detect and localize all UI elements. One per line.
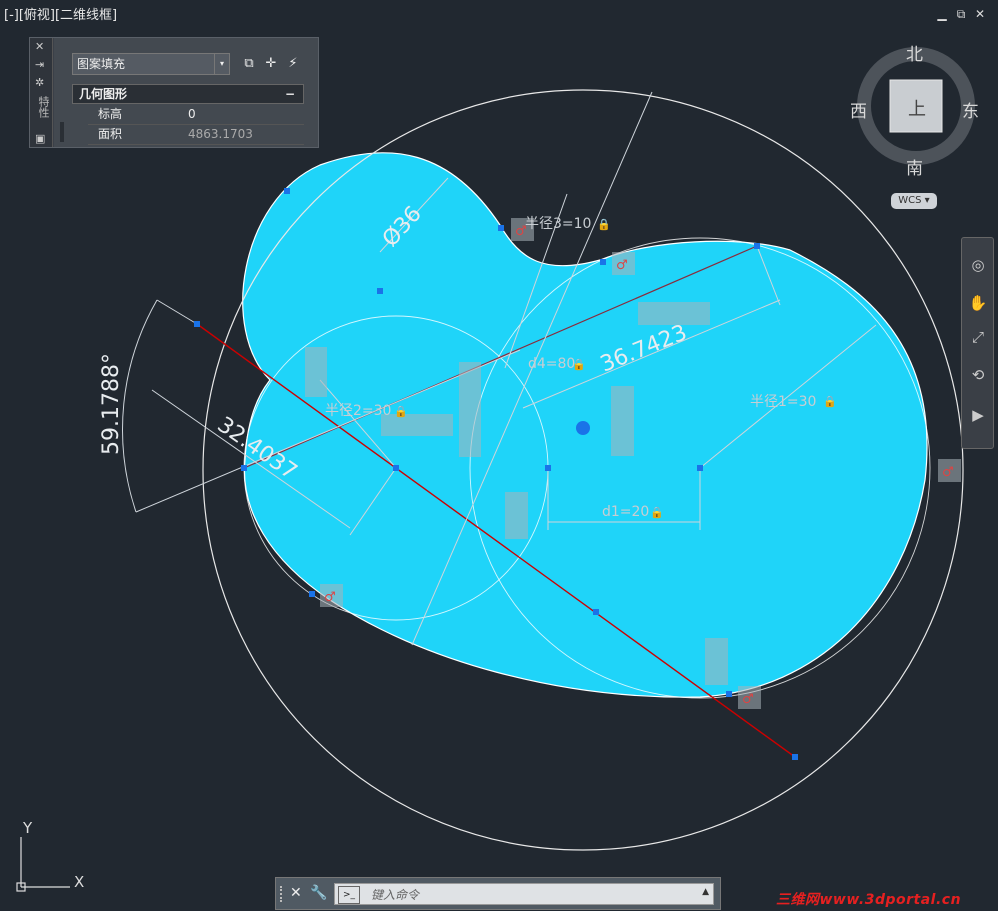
perpendicular-constraint-icon[interactable] bbox=[505, 492, 528, 539]
zoom-extents-icon[interactable]: ⤢ bbox=[967, 326, 989, 348]
parallel-constraint-icon[interactable] bbox=[638, 302, 710, 325]
grip[interactable] bbox=[593, 609, 599, 615]
svg-text:♂: ♂ bbox=[616, 258, 628, 273]
property-value: 4863.1703 bbox=[188, 127, 253, 141]
dim-radius-2[interactable]: 半径2=30 bbox=[325, 403, 391, 419]
grip[interactable] bbox=[284, 188, 290, 194]
dim-radius-3[interactable]: 半径3=10 bbox=[525, 216, 591, 232]
command-line[interactable]: ✕ 🔧 >_ 键入命令 ▲ bbox=[275, 877, 721, 910]
watermark: 三维网www.3dportal.cn bbox=[776, 892, 962, 908]
geometry-section-header[interactable]: 几何图形 − bbox=[72, 84, 304, 104]
navigation-bar[interactable]: ◎ ✋ ⤢ ⟲ ▶ bbox=[961, 237, 994, 449]
palette-title: 特性 bbox=[37, 96, 50, 118]
quick-select-icon[interactable]: ⚡ bbox=[284, 55, 302, 73]
property-value[interactable]: 0 bbox=[188, 104, 196, 124]
compass-south[interactable]: 南 bbox=[906, 154, 923, 179]
grip[interactable] bbox=[726, 691, 732, 697]
command-placeholder: 键入命令 bbox=[371, 888, 420, 902]
dim-d4[interactable]: d4=80 bbox=[528, 356, 575, 372]
dim-radius-1[interactable]: 半径1=30 bbox=[750, 394, 816, 410]
properties-palette[interactable]: ✕ ⇥ ✲ 特性 ▣ 图案填充 ▾ ⧉ ✛ ⚡ 几何图形 − 标高 0 面积 4… bbox=[29, 37, 319, 148]
center-grip[interactable] bbox=[576, 421, 590, 435]
property-row-elevation[interactable]: 标高 0 bbox=[88, 104, 304, 125]
wcs-label: WCS bbox=[898, 195, 922, 206]
section-title: 几何图形 bbox=[79, 87, 128, 101]
angle-arc bbox=[122, 299, 158, 513]
pan-icon[interactable]: ✋ bbox=[967, 292, 989, 314]
palette-settings-icon[interactable]: ✲ bbox=[35, 76, 44, 89]
ucs-icon bbox=[16, 837, 70, 892]
compass-east[interactable]: 东 bbox=[962, 97, 979, 122]
lock-icon: 🔒 bbox=[572, 358, 586, 371]
steering-wheel-icon[interactable]: ◎ bbox=[967, 254, 989, 276]
lock-icon: 🔒 bbox=[394, 405, 408, 418]
parallel-constraint-icon[interactable] bbox=[459, 362, 481, 457]
grip[interactable] bbox=[792, 754, 798, 760]
compass-north[interactable]: 北 bbox=[906, 40, 923, 65]
toggle-pickadd-icon[interactable]: ⧉ bbox=[240, 55, 258, 73]
command-line-grip[interactable] bbox=[280, 886, 286, 902]
palette-body: 图案填充 ▾ ⧉ ✛ ⚡ 几何图形 − 标高 0 面积 4863.1703 bbox=[54, 38, 318, 147]
property-key: 面积 bbox=[98, 127, 123, 141]
svg-text:♂: ♂ bbox=[742, 692, 754, 707]
command-history-icon[interactable]: ▲ bbox=[702, 887, 709, 897]
perpendicular-constraint-icon[interactable] bbox=[705, 638, 728, 685]
chevron-down-icon[interactable]: ▾ bbox=[214, 54, 229, 74]
grip[interactable] bbox=[241, 465, 247, 471]
wrench-icon[interactable]: 🔧 bbox=[310, 885, 327, 901]
wcs-menu-button[interactable]: WCS ▾ bbox=[891, 193, 937, 209]
dim-angle[interactable]: 59.1788° bbox=[99, 353, 124, 455]
grip[interactable] bbox=[393, 465, 399, 471]
dim-d1[interactable]: d1=20 bbox=[602, 504, 649, 520]
showmotion-icon[interactable]: ▶ bbox=[967, 404, 989, 426]
grip[interactable] bbox=[194, 321, 200, 327]
viewcube-face-top[interactable]: 上 bbox=[908, 95, 926, 121]
ucs-x-label: X bbox=[74, 873, 84, 891]
lock-icon: 🔒 bbox=[823, 395, 837, 408]
ucs-y-label: Y bbox=[22, 819, 33, 837]
palette-menu-icon[interactable]: ▣ bbox=[35, 132, 45, 145]
compass-west[interactable]: 西 bbox=[850, 97, 867, 122]
close-command-icon[interactable]: ✕ bbox=[290, 885, 302, 901]
grip[interactable] bbox=[377, 288, 383, 294]
object-type-value: 图案填充 bbox=[77, 57, 126, 71]
command-input[interactable]: >_ 键入命令 ▲ bbox=[334, 883, 714, 905]
palette-strip: ✕ ⇥ ✲ 特性 ▣ bbox=[30, 38, 53, 147]
parallel-constraint-icon[interactable] bbox=[611, 386, 634, 456]
grip[interactable] bbox=[309, 591, 315, 597]
svg-text:♂: ♂ bbox=[324, 590, 336, 605]
collapse-icon[interactable]: − bbox=[285, 85, 295, 103]
lock-icon: 🔒 bbox=[597, 218, 611, 231]
lock-icon: 🔒 bbox=[650, 506, 664, 519]
grip[interactable] bbox=[697, 465, 703, 471]
select-objects-icon[interactable]: ✛ bbox=[262, 55, 280, 73]
property-key: 标高 bbox=[98, 107, 123, 121]
grip[interactable] bbox=[498, 225, 504, 231]
grip[interactable] bbox=[545, 465, 551, 471]
grip[interactable] bbox=[754, 243, 760, 249]
perpendicular-constraint-icon[interactable] bbox=[305, 347, 327, 397]
parallel-constraint-icon[interactable] bbox=[381, 414, 453, 436]
command-prompt-icon[interactable]: >_ bbox=[338, 886, 360, 904]
orbit-icon[interactable]: ⟲ bbox=[967, 364, 989, 386]
property-row-area[interactable]: 面积 4863.1703 bbox=[88, 124, 304, 145]
close-palette-icon[interactable]: ✕ bbox=[35, 40, 44, 53]
object-type-select[interactable]: 图案填充 ▾ bbox=[72, 53, 230, 75]
svg-text:♂: ♂ bbox=[942, 465, 954, 480]
autohide-icon[interactable]: ⇥ bbox=[35, 58, 44, 71]
dim-ext-1 bbox=[156, 299, 198, 325]
row-indicator bbox=[60, 122, 64, 142]
grip[interactable] bbox=[600, 259, 606, 265]
